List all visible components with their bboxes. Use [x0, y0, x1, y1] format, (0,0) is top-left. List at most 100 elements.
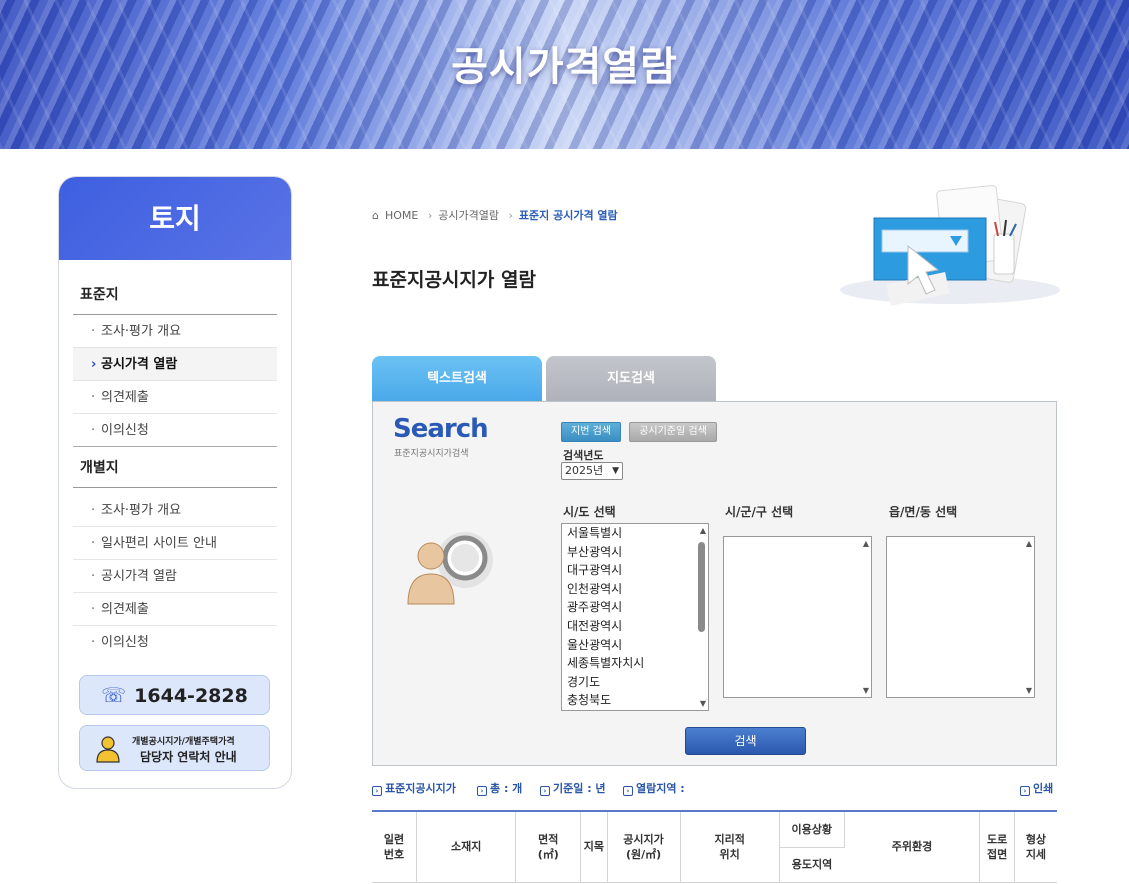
search-button[interactable]: 검색 [685, 727, 806, 755]
scroll-down-icon[interactable]: ▼ [863, 686, 869, 695]
sidebar-group-standard: 표준지 · 조사·평가 개요 › 공시가격 열람 · 의견제출 · 이의신청 [73, 260, 277, 447]
sidebar-item-survey-overview[interactable]: · 조사·평가 개요 [73, 494, 277, 527]
home-icon: ⌂ [372, 209, 379, 222]
contact-line2: 담당자 연락처 안내 [140, 750, 237, 764]
search-monitor-illustration [840, 184, 1060, 306]
scroll-up-icon[interactable]: ▲ [1026, 539, 1032, 548]
sido-listbox[interactable]: 서울특별시 부산광역시 대구광역시 인천광역시 광주광역시 대전광역시 울산광역시 세종특별자… [561, 523, 709, 711]
phone-contact-button[interactable]: ☏ 1644-2828 [79, 675, 270, 715]
bullet-icon: · [91, 635, 96, 650]
contact-info-button[interactable]: 개별공시지가/개별주택가격 담당자 연락처 안내 [79, 725, 270, 771]
scrollbar[interactable]: ▲ ▼ [696, 524, 708, 710]
sidebar-item-label: 일사편리 사이트 안내 [101, 536, 217, 551]
breadcrumb: ⌂ HOME › 공시가격열람 › 표준지 공시가격 열람 [372, 207, 624, 223]
sidebar-group-title: 표준지 [73, 260, 277, 315]
bullet-icon: · [91, 569, 96, 584]
info-base-date: › 기준일 : 년 [540, 780, 606, 796]
sigungu-listbox[interactable]: ▲ ▼ [723, 536, 872, 698]
result-table: 일련 번호 소재지 면적 (㎡) 지목 공시지가 (원/㎡) 지리적 위치 이용… [372, 810, 1057, 883]
sidebar-item-label: 이의신청 [101, 423, 149, 438]
scroll-down-icon[interactable]: ▼ [1026, 686, 1032, 695]
col-geo: 지리적 위치 [680, 811, 780, 883]
year-select[interactable]: 2025년 ▼ [561, 462, 623, 480]
sido-option[interactable]: 부산광역시 [562, 543, 708, 562]
chevron-right-icon: › [477, 786, 487, 796]
bullet-icon: · [91, 602, 96, 617]
sido-option-list: 서울특별시 부산광역시 대구광역시 인천광역시 광주광역시 대전광역시 울산광역시 세종특별자… [562, 524, 708, 710]
sidebar-item-label: 공시가격 열람 [101, 357, 178, 372]
col-shape: 형상 지세 [1014, 811, 1057, 883]
chevron-right-icon: › [91, 357, 97, 372]
page-banner: 공시가격열람 [0, 0, 1129, 149]
chevron-right-icon: › [427, 209, 433, 222]
bullet-icon: · [91, 423, 96, 438]
breadcrumb-current: 표준지 공시가격 열람 [518, 209, 618, 222]
info-total-label: 총 : 개 [490, 782, 523, 795]
scrollbar[interactable]: ▲ ▼ [1022, 537, 1034, 697]
col-location: 소재지 [416, 811, 517, 883]
breadcrumb-level1[interactable]: 공시가격열람 [438, 209, 499, 222]
sidebar-item-objection[interactable]: · 이의신청 [73, 626, 277, 659]
chevron-right-icon: › [508, 209, 513, 222]
scroll-up-icon[interactable]: ▲ [863, 539, 869, 548]
info-area-label: 열람지역 : [636, 782, 685, 795]
sidebar-item-objection[interactable]: · 이의신청 [73, 414, 277, 447]
sido-option[interactable]: 충청북도 [562, 691, 708, 710]
bullet-icon: · [91, 324, 96, 339]
sido-option[interactable]: 인천광역시 [562, 580, 708, 599]
chevron-right-icon: › [372, 786, 382, 796]
chevron-down-icon: ▼ [612, 466, 619, 476]
eupmyeon-label: 읍/면/동 선택 [889, 505, 958, 519]
scrollbar[interactable]: ▲ ▼ [859, 537, 871, 697]
sidebar-item-opinion[interactable]: · 의견제출 [73, 593, 277, 626]
info-base-date-label: 기준일 : 년 [553, 782, 606, 795]
sido-option[interactable]: 경기도 [562, 673, 708, 692]
tab-text-search[interactable]: 텍스트검색 [372, 356, 542, 402]
year-label: 검색년도 [563, 449, 604, 462]
tab-map-search[interactable]: 지도검색 [546, 356, 716, 402]
sidebar-item-price-view[interactable]: › 공시가격 열람 [73, 348, 277, 381]
bullet-icon: · [91, 503, 96, 518]
info-standard: › 표준지공시지가 [372, 780, 456, 796]
lot-number-search-button[interactable]: 지번 검색 [561, 422, 621, 442]
sidebar-item-price-view[interactable]: · 공시가격 열람 [73, 560, 277, 593]
search-logo: Search [393, 414, 489, 444]
sidebar-item-label: 조사·평가 개요 [101, 503, 182, 518]
eupmyeon-listbox[interactable]: ▲ ▼ [886, 536, 1035, 698]
sidebar-item-ilsa-site[interactable]: · 일사편리 사이트 안내 [73, 527, 277, 560]
base-date-search-button[interactable]: 공시기준일 검색 [629, 422, 717, 442]
search-logo-subtitle: 표준지공시지가검색 [394, 449, 469, 459]
chevron-right-icon: › [540, 786, 550, 796]
sido-option[interactable]: 대전광역시 [562, 617, 708, 636]
print-button[interactable]: › 인쇄 [1020, 780, 1053, 796]
sidebar-item-opinion[interactable]: · 의견제출 [73, 381, 277, 414]
scroll-down-icon[interactable]: ▼ [700, 699, 706, 708]
sido-option[interactable]: 대구광역시 [562, 561, 708, 580]
col-area: 면적 (㎡) [515, 811, 582, 883]
breadcrumb-home[interactable]: HOME [385, 209, 418, 222]
sido-option[interactable]: 광주광역시 [562, 598, 708, 617]
scroll-thumb[interactable] [698, 542, 705, 632]
sidebar: 토지 표준지 · 조사·평가 개요 › 공시가격 열람 · 의견제출 · 이의신청 개별… [58, 176, 292, 789]
banner-title: 공시가격열람 [451, 44, 678, 90]
sidebar-title: 토지 [59, 177, 291, 260]
sido-option[interactable]: 세종특별자치시 [562, 654, 708, 673]
chevron-right-icon: › [623, 786, 633, 796]
info-total: › 총 : 개 [477, 780, 522, 796]
phone-icon: ☏ [101, 683, 127, 707]
sigungu-label: 시/군/구 선택 [725, 505, 794, 519]
col-serial: 일련 번호 [372, 811, 418, 883]
page-title: 표준지공시지가 열람 [372, 269, 536, 291]
year-select-value: 2025년 [565, 464, 604, 477]
sido-option[interactable]: 울산광역시 [562, 636, 708, 655]
info-standard-label: 표준지공시지가 [385, 782, 456, 795]
sido-option[interactable]: 서울특별시 [562, 524, 708, 543]
sidebar-group-title: 개별지 [73, 447, 277, 488]
scroll-up-icon[interactable]: ▲ [700, 526, 706, 535]
col-category: 지목 [580, 811, 608, 883]
chevron-right-icon: › [1020, 786, 1030, 796]
bullet-icon: · [91, 390, 96, 405]
sidebar-item-label: 의견제출 [101, 390, 149, 405]
col-zone: 용도지역 [779, 847, 845, 883]
sidebar-item-survey-overview[interactable]: · 조사·평가 개요 [73, 315, 277, 348]
